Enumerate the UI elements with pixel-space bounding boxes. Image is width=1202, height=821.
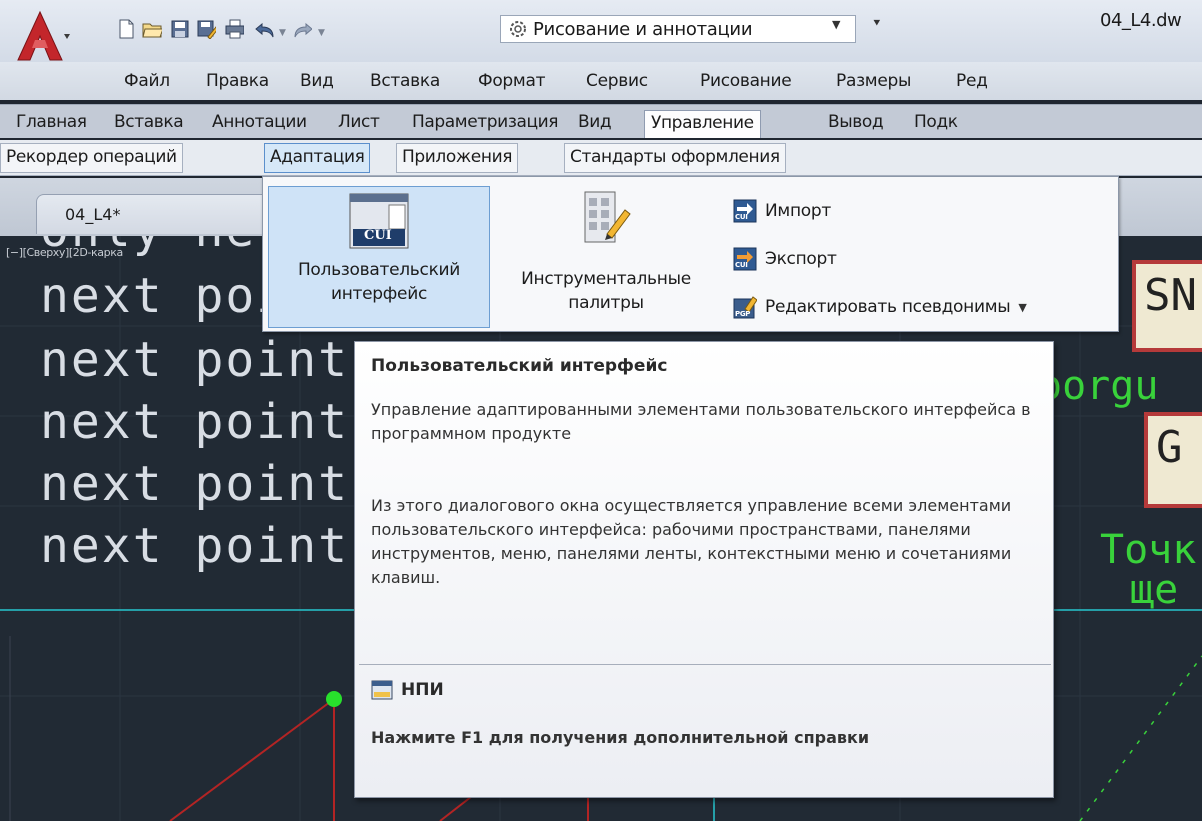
green-point-text: Точк	[1100, 527, 1197, 573]
edit-aliases-button[interactable]: PGP Редактировать псевдонимы ▼	[733, 291, 1027, 323]
window-title: 04_L4.dw	[1100, 10, 1182, 31]
open-file-icon[interactable]	[142, 18, 162, 40]
edit-aliases-label: Редактировать псевдонимы	[765, 297, 1011, 317]
menu-bar: Файл Правка Вид Вставка Формат Сервис Ри…	[0, 62, 1202, 100]
cad-snap-block: SN	[1132, 260, 1202, 352]
print-icon[interactable]	[224, 18, 244, 40]
viewport-controls[interactable]: [−][Сверху][2D-карка	[6, 246, 123, 259]
tab-addins[interactable]: Подк	[908, 110, 964, 138]
menu-insert[interactable]: Вставка	[370, 71, 440, 91]
menu-dimension[interactable]: Размеры	[836, 71, 911, 91]
panel-action-recorder[interactable]: Рекордер операций	[0, 143, 183, 173]
green-grip-point	[326, 691, 342, 707]
menu-format[interactable]: Формат	[478, 71, 545, 91]
file-tab[interactable]: 04_L4*	[36, 194, 296, 234]
quick-access-customize-icon[interactable]: ⯆	[872, 16, 882, 31]
tab-view[interactable]: Вид	[572, 110, 617, 138]
save-as-icon[interactable]	[196, 18, 216, 40]
panel-cad-standards[interactable]: Стандарты оформления	[564, 143, 786, 173]
ribbon-tab-bar: Главная Вставка Аннотации Лист Параметри…	[0, 104, 1202, 138]
gear-icon	[510, 21, 526, 37]
tab-insert[interactable]: Вставка	[108, 110, 189, 138]
autocad-logo-icon	[17, 10, 70, 61]
tab-manage[interactable]: Управление	[644, 110, 761, 138]
tool-palette-icon	[584, 191, 631, 243]
import-cui-icon: CUI	[733, 199, 757, 223]
workspace-name: Рисование и аннотации	[533, 18, 753, 40]
tp-label-line1: Инструментальные	[521, 269, 691, 289]
tab-layout[interactable]: Лист	[332, 110, 385, 138]
green-sche-text: ще	[1130, 567, 1179, 613]
green-dashed-line	[1079, 655, 1202, 821]
tooltip-title: Пользовательский интерфейс	[371, 356, 668, 376]
workspace-dropdown-icon[interactable]: ▼	[832, 18, 840, 31]
tab-output[interactable]: Вывод	[822, 110, 889, 138]
export-button[interactable]: CUI Экспорт	[733, 243, 837, 275]
customization-panel: CUI Пользовательский интерфейс Инструмен…	[262, 176, 1119, 332]
redo-icon[interactable]	[292, 18, 312, 40]
tooltip: Пользовательский интерфейс Управление ад…	[354, 341, 1054, 798]
cui-label-line2: интерфейс	[330, 284, 427, 304]
new-file-icon[interactable]	[116, 18, 136, 40]
tab-home[interactable]: Главная	[10, 110, 93, 138]
tool-palettes-button[interactable]: Инструментальные палитры	[495, 186, 717, 328]
tab-parametric[interactable]: Параметризация	[406, 110, 564, 138]
cui-label-line1: Пользовательский	[297, 260, 461, 280]
tp-label-line2: палитры	[568, 293, 644, 313]
ribbon-panel-bar: Рекордер операций Адаптация Приложения С…	[0, 140, 1202, 176]
chevron-down-icon[interactable]: ▼	[1018, 301, 1026, 314]
undo-icon[interactable]	[254, 18, 274, 40]
menu-modify[interactable]: Ред	[956, 71, 988, 91]
tooltip-command: НПИ	[371, 680, 444, 700]
edit-aliases-icon: PGP	[733, 295, 758, 319]
tooltip-help: Нажмите F1 для получения дополнительной …	[371, 728, 870, 747]
command-window-icon	[371, 680, 393, 700]
menu-edit[interactable]: Правка	[206, 71, 269, 91]
tooltip-divider	[359, 664, 1051, 665]
panel-applications[interactable]: Приложения	[396, 143, 519, 173]
import-label: Импорт	[765, 201, 831, 221]
import-button[interactable]: CUI Импорт	[733, 195, 831, 227]
export-cui-icon: CUI	[733, 247, 757, 271]
title-bar: ▼ ▼ Рисование и аннотации ▼ ⯆ 04_L4.dw	[0, 0, 1202, 62]
menu-draw[interactable]: Рисование	[700, 71, 792, 91]
tooltip-description: Управление адаптированными элементами по…	[371, 400, 1031, 443]
cad-g-block: G	[1144, 412, 1202, 508]
save-icon[interactable]	[170, 18, 190, 40]
redo-dropdown-icon[interactable]: ▼	[318, 28, 325, 38]
menu-view[interactable]: Вид	[300, 71, 334, 91]
cad-text-line: next poi	[40, 268, 288, 324]
green-coord-text: oorgu	[1038, 363, 1159, 409]
menu-tools[interactable]: Сервис	[586, 71, 648, 91]
tooltip-details: Из этого диалогового окна осуществляется…	[371, 496, 1012, 587]
command-name: НПИ	[401, 680, 444, 700]
application-menu-button[interactable]	[12, 8, 74, 64]
tab-annotate[interactable]: Аннотации	[206, 110, 313, 138]
export-label: Экспорт	[765, 249, 837, 269]
user-interface-button[interactable]: CUI Пользовательский интерфейс	[268, 186, 490, 328]
undo-dropdown-icon[interactable]: ▼	[279, 28, 286, 38]
workspace-selector[interactable]: Рисование и аннотации	[500, 15, 856, 43]
panel-customization[interactable]: Адаптация	[264, 143, 371, 173]
cui-icon-label: CUI	[364, 228, 392, 243]
red-line-1	[169, 698, 335, 821]
menu-file[interactable]: Файл	[124, 71, 170, 91]
